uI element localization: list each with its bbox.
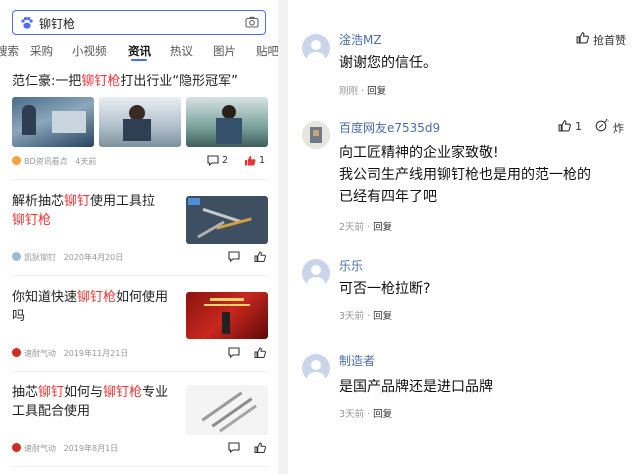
avatar[interactable] xyxy=(302,354,330,382)
article-item[interactable]: 抽芯铆钉如何与铆钉枪专业工具配合使用 xyxy=(12,383,180,421)
source-avatar xyxy=(12,252,21,261)
article-meta: 速耐气动 2019年11月21日 xyxy=(12,348,128,359)
comments-panel: 淦浩MZ 抢首赞 谢谢您的信任。 刚刚 · 回复 百度网友e7535d9 1 炸… xyxy=(288,0,640,474)
search-input[interactable]: 铆钉枪 xyxy=(39,15,75,32)
thumbs-up-icon[interactable] xyxy=(254,251,266,262)
comment-meta: 3天前 · 回复 xyxy=(339,409,393,420)
article-meta: 速耐气动 2019年8月1日 xyxy=(12,443,118,454)
first-like-label[interactable]: 抢首赞 xyxy=(593,32,626,48)
avatar[interactable] xyxy=(302,259,330,287)
comment-username[interactable]: 淦浩MZ xyxy=(339,31,382,48)
divider xyxy=(12,179,268,180)
article-title: 你知道快速铆钉枪如何使用吗 xyxy=(12,290,169,324)
comment-icon[interactable] xyxy=(228,442,240,453)
comment-text: 可否一枪拉断? xyxy=(339,281,431,297)
article-meta: 凯狄铆钉 2020年4月20日 xyxy=(12,252,123,263)
article-meta: BD资讯看点 4天前 xyxy=(12,156,96,167)
search-results-panel: 铆钉枪 搜索 采购 小视频 资讯 热议 图片 贴吧 范仁豪:一把铆钉枪打出行业“… xyxy=(0,0,278,474)
comment-text: 谢谢您的信任。 xyxy=(339,55,437,71)
bomb-icon[interactable] xyxy=(595,118,609,132)
panel-divider xyxy=(278,0,288,474)
thumbs-up-icon[interactable] xyxy=(244,155,256,166)
baidu-paw-icon xyxy=(21,17,33,29)
article-title: 解析抽芯铆钉使用工具拉 铆钉枪 xyxy=(12,194,156,228)
comment-text: 是国产品牌还是进口品牌 xyxy=(339,379,493,395)
article-thumbnail xyxy=(186,385,268,435)
article-item[interactable]: 范仁豪:一把铆钉枪打出行业“隐形冠军” xyxy=(12,72,268,91)
source-avatar xyxy=(12,156,21,165)
search-bar[interactable]: 铆钉枪 xyxy=(12,10,266,35)
thumbs-up-icon[interactable] xyxy=(254,347,266,358)
thumbs-up-icon[interactable] xyxy=(558,119,571,132)
article-title: 范仁豪:一把铆钉枪打出行业“隐形冠军” xyxy=(12,74,238,89)
tab-search[interactable]: 搜索 xyxy=(0,43,19,59)
active-tab-indicator xyxy=(131,59,147,61)
tab-short-video[interactable]: 小视频 xyxy=(72,43,107,59)
comment-username[interactable]: 百度网友e7535d9 xyxy=(339,119,440,136)
comment-meta: 刚刚 · 回复 xyxy=(339,86,387,97)
divider xyxy=(12,371,268,372)
reply-link[interactable]: 回复 xyxy=(373,409,392,420)
article-item[interactable]: 解析抽芯铆钉使用工具拉 铆钉枪 xyxy=(12,192,180,230)
thumbs-up-icon[interactable] xyxy=(254,442,266,453)
like-count: 1 xyxy=(575,120,582,133)
comment-text: 向工匠精神的企业家致敬! 我公司生产线用铆钉枪也是用的范一枪的 已经有四年了吧 xyxy=(339,145,591,205)
article-thumbnail xyxy=(186,196,268,244)
divider xyxy=(12,466,268,467)
tab-tieba[interactable]: 贴吧 xyxy=(256,43,278,59)
article-thumbnail xyxy=(186,292,268,339)
comment-meta: 2天前 · 回复 xyxy=(339,222,393,233)
comment-count: 2 xyxy=(222,155,229,166)
reply-link[interactable]: 回复 xyxy=(373,311,392,322)
comment-icon[interactable] xyxy=(207,155,219,166)
article-thumbnail xyxy=(12,97,94,147)
source-avatar xyxy=(12,348,21,357)
tab-purchase[interactable]: 采购 xyxy=(30,43,53,59)
comment-username[interactable]: 制造者 xyxy=(339,352,375,369)
comment-icon[interactable] xyxy=(228,347,240,358)
divider xyxy=(12,275,268,276)
like-count: 1 xyxy=(259,155,266,166)
avatar[interactable] xyxy=(302,121,330,149)
avatar[interactable] xyxy=(302,34,330,62)
thumbs-up-icon[interactable] xyxy=(576,31,589,44)
bomb-label[interactable]: 炸 xyxy=(613,120,624,136)
article-thumbnail xyxy=(99,97,181,147)
tab-images[interactable]: 图片 xyxy=(213,43,236,59)
category-tabs: 搜索 采购 小视频 资讯 热议 图片 贴吧 xyxy=(0,40,278,60)
tab-news[interactable]: 资讯 xyxy=(128,43,151,59)
source-avatar xyxy=(12,443,21,452)
article-title: 抽芯铆钉如何与铆钉枪专业工具配合使用 xyxy=(12,385,169,419)
article-thumbnail xyxy=(186,97,268,147)
camera-icon[interactable] xyxy=(245,16,259,28)
comment-username[interactable]: 乐乐 xyxy=(339,257,363,274)
article-item[interactable]: 你知道快速铆钉枪如何使用吗 xyxy=(12,288,180,326)
comment-icon[interactable] xyxy=(228,251,240,262)
comment-meta: 3天前 · 回复 xyxy=(339,311,393,322)
tab-discussion[interactable]: 热议 xyxy=(170,43,193,59)
reply-link[interactable]: 回复 xyxy=(373,222,392,233)
reply-link[interactable]: 回复 xyxy=(367,86,386,97)
